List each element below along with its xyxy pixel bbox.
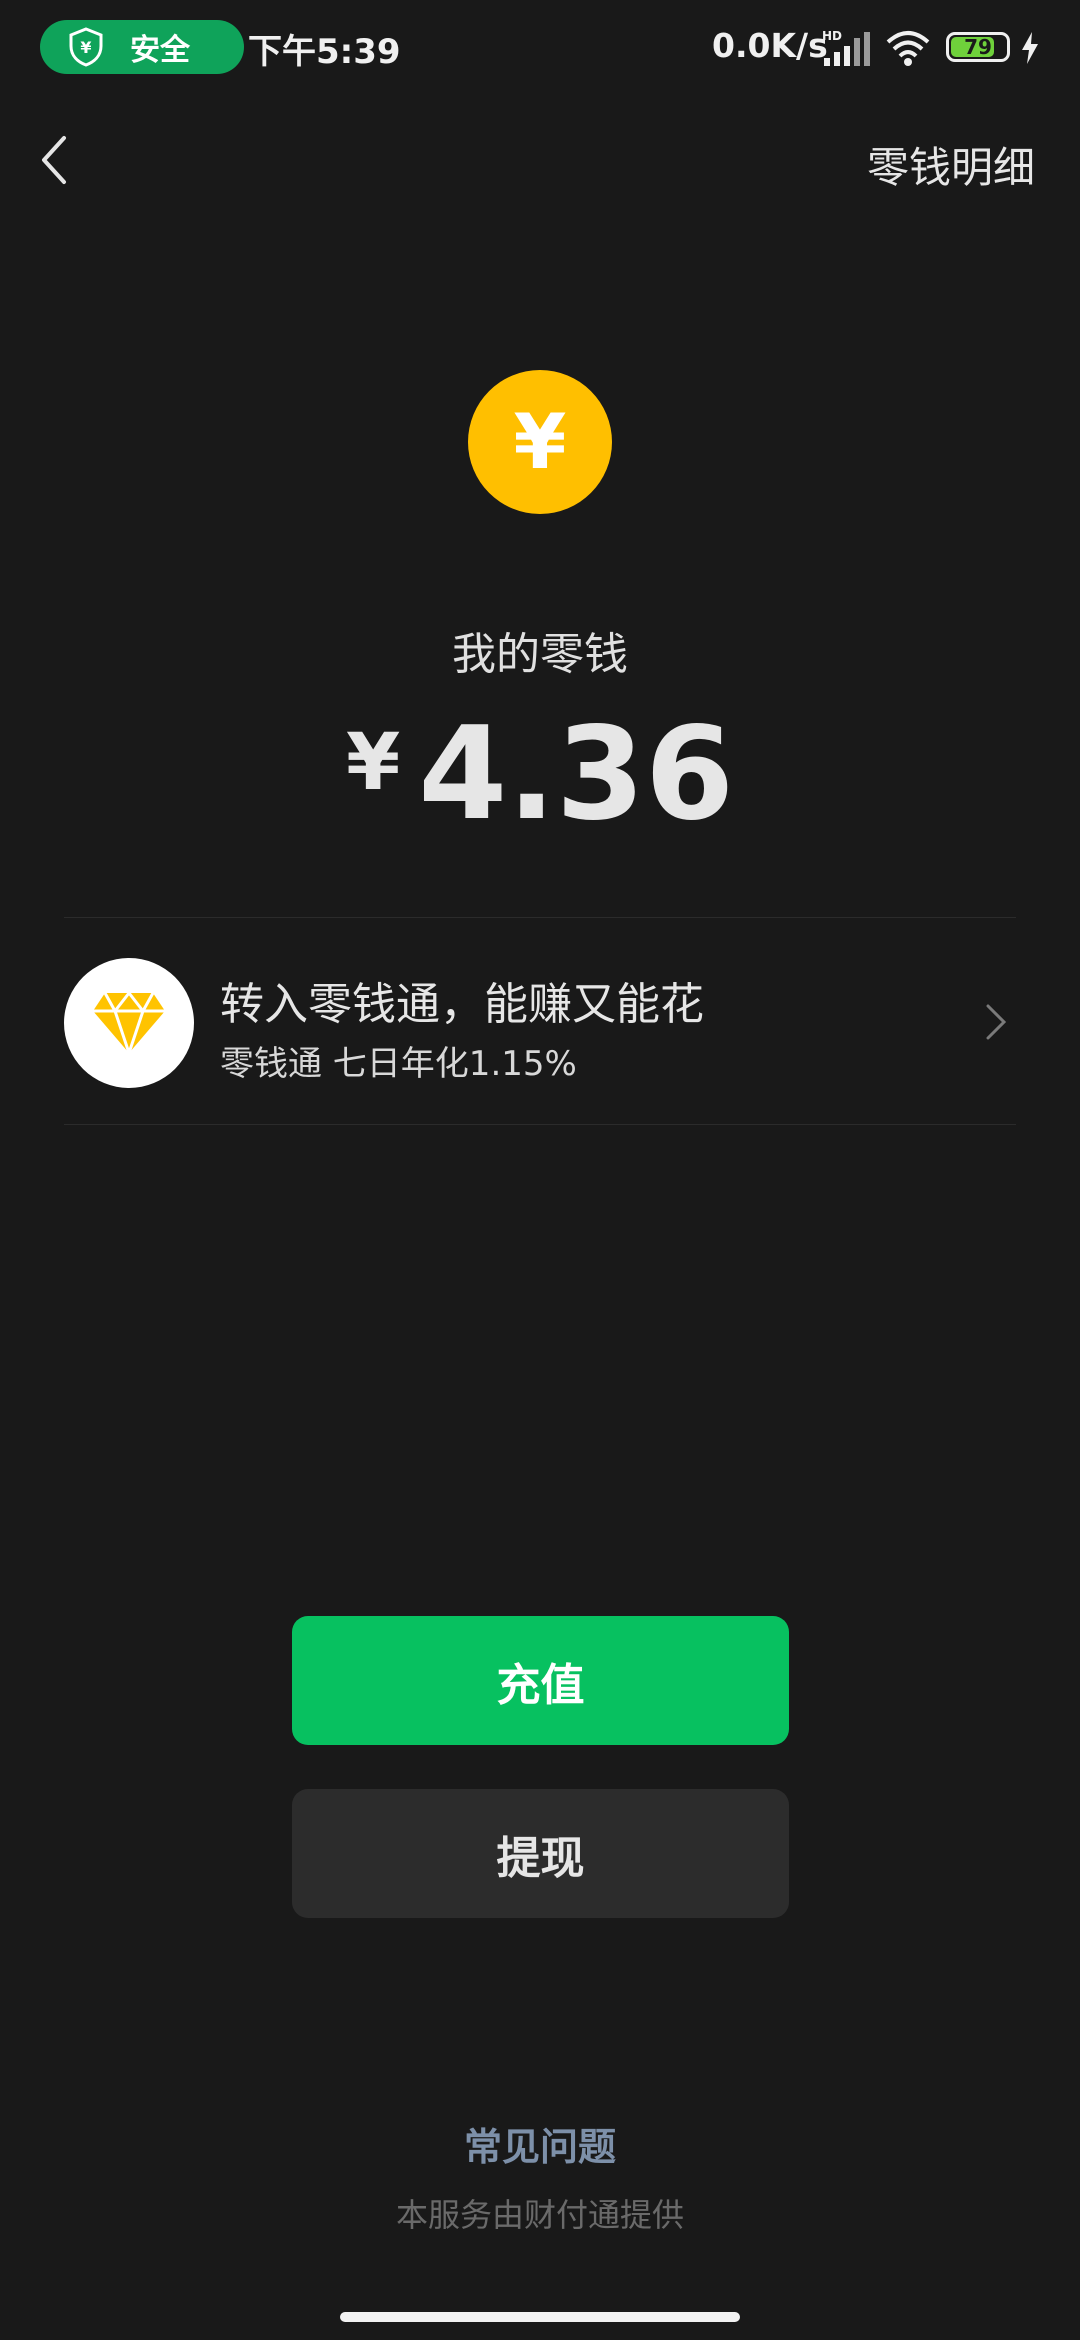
promo-avatar [64, 958, 194, 1088]
svg-text:HD: HD [822, 29, 842, 43]
shield-yuan-icon: ¥ [69, 27, 103, 67]
yuan-coin-icon: ¥ [468, 370, 612, 514]
home-indicator[interactable] [340, 2312, 740, 2322]
divider-bottom [64, 1124, 1016, 1125]
provider-text: 本服务由财付通提供 [395, 2196, 684, 2234]
promo-subtitle: 零钱通 七日年化1.15% [220, 1044, 577, 1084]
back-arrow-icon[interactable] [30, 128, 80, 192]
bolt-icon [1022, 32, 1038, 64]
currency-symbol: ¥ [345, 718, 401, 808]
svg-text:¥: ¥ [80, 38, 91, 57]
balance-amount: ¥4.36 [0, 700, 1080, 849]
withdraw-button[interactable]: 提现 [292, 1789, 789, 1918]
diamond-icon [93, 991, 165, 1055]
signal-icon: HD [822, 29, 870, 66]
chevron-right-icon [986, 1004, 1007, 1040]
faq-link[interactable]: 常见问题 [0, 2116, 1080, 2171]
lingqiantong-promo[interactable]: 转入零钱通，能赚又能花 零钱通 七日年化1.15% [64, 918, 1016, 1124]
promo-title: 转入零钱通，能赚又能花 [220, 979, 704, 1030]
coin-symbol: ¥ [513, 397, 567, 486]
network-speed: 0.0K/s [712, 26, 828, 65]
balance-label: 我的零钱 [452, 629, 628, 680]
status-bar: ¥ 安全 下午5:39 0.0K/s HD 79 [0, 0, 1080, 96]
battery-icon: 79 [946, 32, 1010, 62]
balance-details-link[interactable]: 零钱明细 [867, 134, 1035, 195]
security-badge[interactable]: ¥ 安全 [40, 20, 244, 74]
battery-level: 79 [964, 35, 992, 59]
security-badge-label: 安全 [130, 33, 190, 68]
clock: 下午5:39 [248, 32, 401, 72]
topup-button[interactable]: 充值 [292, 1616, 789, 1745]
amount-value: 4.36 [418, 700, 735, 849]
wifi-icon [886, 31, 930, 66]
